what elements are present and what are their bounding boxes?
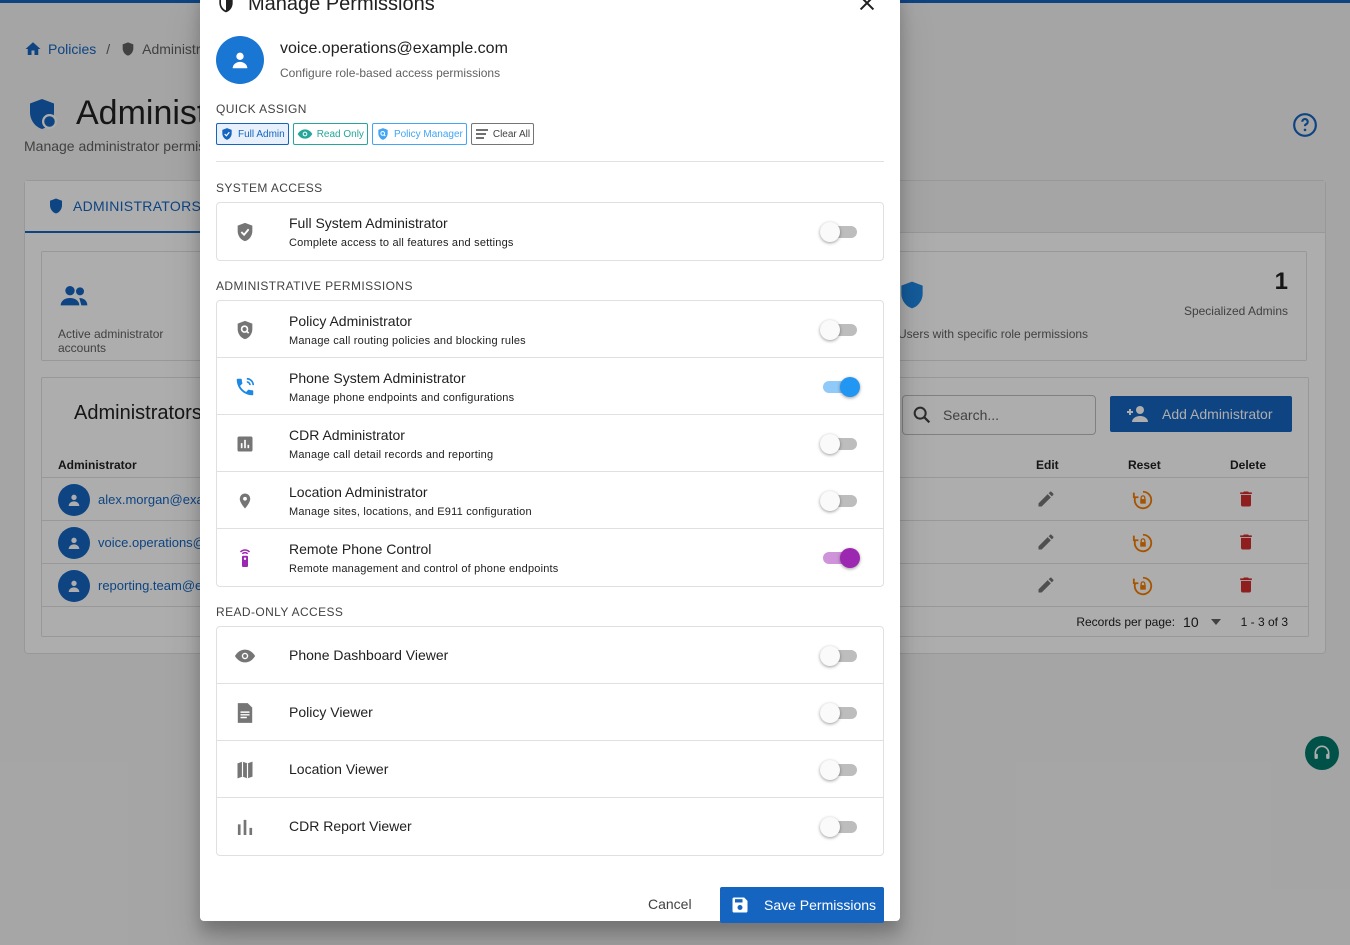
chip-read-only[interactable]: Read Only xyxy=(292,123,368,145)
permission-title: Policy Administrator xyxy=(289,313,412,329)
divider xyxy=(216,161,884,162)
admin-permissions-label: ADMINISTRATIVE PERMISSIONS xyxy=(216,279,413,293)
toggle-full-system-admin[interactable] xyxy=(820,222,857,242)
avatar xyxy=(216,36,264,84)
shield-icon xyxy=(219,0,233,13)
toggle-location-admin[interactable] xyxy=(820,491,857,511)
user-email: voice.operations@example.com xyxy=(280,40,508,57)
read-only-label: READ-ONLY ACCESS xyxy=(216,605,344,619)
document-icon xyxy=(233,701,257,725)
dialog-title: Manage Permissions xyxy=(248,0,435,15)
bar-chart-icon xyxy=(233,432,257,456)
permission-phone-dashboard-viewer: Phone Dashboard Viewer xyxy=(217,627,883,684)
permission-policy-admin: Policy Administrator Manage call routing… xyxy=(217,301,883,358)
permission-desc: Remote management and control of phone e… xyxy=(289,563,559,575)
permission-title: Location Viewer xyxy=(289,761,389,777)
admin-permissions-group: Policy Administrator Manage call routing… xyxy=(216,300,884,587)
permission-title: Policy Viewer xyxy=(289,704,373,720)
permission-title: Phone System Administrator xyxy=(289,370,466,386)
system-access-group: Full System Administrator Complete acces… xyxy=(216,202,884,261)
close-icon[interactable] xyxy=(856,0,878,19)
permission-title: Remote Phone Control xyxy=(289,541,432,557)
user-info: voice.operations@example.com Configure r… xyxy=(216,36,876,86)
permission-cdr-admin: CDR Administrator Manage call detail rec… xyxy=(217,415,883,472)
quick-assign-chips: Full Admin Read Only Policy Manager Clea… xyxy=(216,123,535,145)
permission-title: Full System Administrator xyxy=(289,215,448,231)
permission-phone-system-admin: Phone System Administrator Manage phone … xyxy=(217,358,883,415)
permission-location-admin: Location Administrator Manage sites, loc… xyxy=(217,472,883,529)
eye-icon xyxy=(233,644,257,668)
save-icon xyxy=(732,897,748,913)
chip-full-admin[interactable]: Full Admin xyxy=(216,123,289,145)
save-permissions-button[interactable]: Save Permissions xyxy=(720,887,884,923)
verified-shield-icon xyxy=(233,220,257,244)
quick-assign-label: QUICK ASSIGN xyxy=(216,102,307,116)
chip-policy-manager[interactable]: Policy Manager xyxy=(371,123,467,145)
permission-title: CDR Administrator xyxy=(289,427,405,443)
permission-cdr-report-viewer: CDR Report Viewer xyxy=(217,798,883,855)
permission-desc: Manage sites, locations, and E911 config… xyxy=(289,506,532,518)
permission-title: CDR Report Viewer xyxy=(289,818,412,834)
toggle-cdr-admin[interactable] xyxy=(820,434,857,454)
toggle-remote-phone-control[interactable] xyxy=(823,548,860,568)
clear-all-icon xyxy=(475,129,488,139)
permission-desc: Manage call routing policies and blockin… xyxy=(289,335,526,347)
policy-icon xyxy=(233,318,257,342)
eye-icon xyxy=(297,129,313,139)
policy-icon xyxy=(378,128,388,140)
permission-desc: Complete access to all features and sett… xyxy=(289,237,514,249)
permission-desc: Manage call detail records and reporting xyxy=(289,449,494,461)
bar-chart-icon xyxy=(233,815,257,839)
toggle-phone-system-admin[interactable] xyxy=(823,377,860,397)
toggle-cdr-report-viewer[interactable] xyxy=(820,817,857,837)
permission-full-system-admin: Full System Administrator Complete acces… xyxy=(217,203,883,260)
phone-settings-icon xyxy=(233,375,257,399)
permission-title: Phone Dashboard Viewer xyxy=(289,647,449,663)
toggle-phone-dashboard-viewer[interactable] xyxy=(820,646,857,666)
map-icon xyxy=(233,758,257,782)
permission-desc: Manage phone endpoints and configuration… xyxy=(289,392,515,404)
permission-location-viewer: Location Viewer xyxy=(217,741,883,798)
permission-remote-phone-control: Remote Phone Control Remote management a… xyxy=(217,529,883,586)
toggle-location-viewer[interactable] xyxy=(820,760,857,780)
user-subtitle: Configure role-based access permissions xyxy=(280,66,501,80)
permission-policy-viewer: Policy Viewer xyxy=(217,684,883,741)
cancel-button[interactable]: Cancel xyxy=(648,896,692,912)
toggle-policy-admin[interactable] xyxy=(820,320,857,340)
chip-clear-all[interactable]: Clear All xyxy=(470,123,535,145)
toggle-policy-viewer[interactable] xyxy=(820,703,857,723)
dialog-header: Manage Permissions xyxy=(216,0,884,22)
save-label: Save Permissions xyxy=(764,897,877,913)
read-only-group: Phone Dashboard Viewer Policy Viewer Loc… xyxy=(216,626,884,856)
location-pin-icon xyxy=(233,489,257,513)
manage-permissions-dialog: Manage Permissions voice.operations@exam… xyxy=(200,0,900,924)
dialog-actions: Cancel Save Permissions xyxy=(200,884,900,924)
shield-check-icon xyxy=(222,128,232,140)
remote-control-icon xyxy=(233,546,257,570)
permission-title: Location Administrator xyxy=(289,484,428,500)
system-access-label: SYSTEM ACCESS xyxy=(216,181,323,195)
